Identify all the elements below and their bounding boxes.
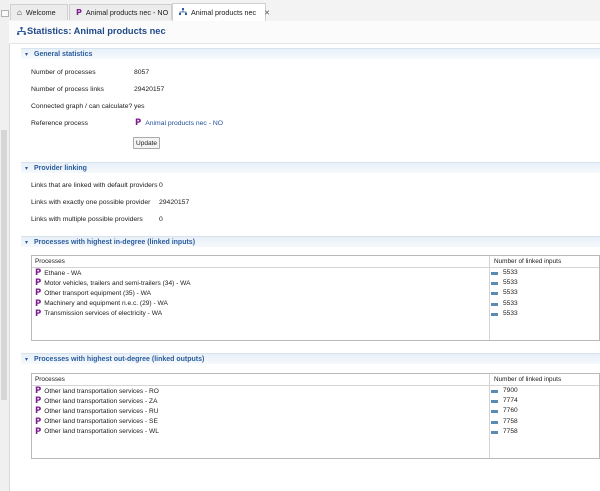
tab-label: Animal products nec - NO	[85, 8, 169, 17]
process-icon: P	[135, 118, 142, 128]
count-value: 5533	[503, 269, 518, 276]
process-icon: P	[35, 386, 42, 396]
num-links-label: Number of process links	[31, 86, 104, 93]
multi-provider-value: 0	[159, 216, 163, 223]
table-header: Processes Number of linked inputs	[32, 374, 599, 386]
table-row[interactable]: P Transmission services of electricity - …	[32, 308, 599, 320]
section-provider-header[interactable]: ▾ Provider linking	[21, 162, 600, 173]
default-providers-value: 0	[159, 182, 163, 189]
connected-value: yes	[134, 103, 145, 110]
process-icon: P	[35, 426, 42, 437]
num-processes-value: 8057	[134, 69, 150, 76]
tab-process[interactable]: P Animal products nec - NO	[69, 4, 172, 20]
tab-label: Animal products nec	[191, 8, 257, 17]
count-bar	[491, 430, 498, 434]
count-bar	[491, 400, 498, 404]
process-icon: P	[35, 396, 42, 407]
page-title: Statistics: Animal products nec	[27, 26, 166, 36]
process-name: Other land transportation services - RU	[44, 407, 159, 415]
process-icon: P	[35, 298, 42, 309]
table-row[interactable]: P Other land transportation services - WL…	[32, 426, 599, 438]
tab-welcome[interactable]: ⌂ Welcome	[10, 4, 68, 20]
count-bar	[491, 420, 498, 424]
process-name: Other land transportation services - ZA	[44, 397, 158, 405]
count-value: 7900	[503, 387, 518, 394]
process-icon: P	[35, 416, 42, 427]
tab-label: Welcome	[25, 8, 56, 17]
process-name: Ethane - WA	[44, 269, 82, 277]
table-header: Processes Number of linked inputs	[32, 256, 599, 268]
reference-process-link[interactable]: P Animal products nec - NO	[135, 118, 223, 128]
process-icon: P	[35, 278, 42, 289]
tab-statistics[interactable]: Animal products nec ✕	[172, 3, 270, 21]
scrollbar-thumb[interactable]	[1, 130, 7, 400]
chevron-down-icon: ▾	[25, 356, 29, 363]
count-value: 5533	[503, 299, 518, 307]
section-indegree-header[interactable]: ▾ Processes with highest in-degree (link…	[21, 236, 600, 247]
restore-panel-button[interactable]	[1, 10, 9, 17]
process-icon: P	[35, 268, 42, 278]
connected-label: Connected graph / can calculate?	[31, 103, 133, 110]
process-name: Other land transportation services - SE	[44, 418, 158, 426]
process-name: Other land transportation services - WL	[44, 428, 159, 436]
graph-icon	[17, 27, 26, 38]
process-name: Other transport equipment (35) - WA	[44, 289, 151, 297]
count-bar	[491, 390, 498, 393]
page-header: Statistics: Animal products nec	[9, 21, 600, 44]
home-icon: ⌂	[17, 7, 22, 17]
one-provider-value: 29420157	[159, 199, 190, 206]
count-value: 7758	[503, 427, 518, 435]
process-icon: P	[35, 308, 42, 319]
section-title: Processes with highest in-degree (linked…	[34, 238, 196, 246]
column-header-count[interactable]: Number of linked inputs	[494, 258, 561, 265]
chevron-down-icon: ▾	[25, 51, 29, 58]
close-icon[interactable]: ✕	[264, 9, 270, 17]
reference-label: Reference process	[31, 120, 89, 127]
section-title: Processes with highest out-degree (linke…	[34, 355, 205, 363]
count-bar	[491, 282, 498, 286]
count-value: 7774	[503, 397, 518, 405]
count-value: 7760	[503, 407, 518, 415]
count-bar	[491, 312, 498, 316]
one-provider-label: Links with exactly one possible provider	[31, 199, 151, 206]
column-header-processes[interactable]: Processes	[35, 258, 65, 265]
column-header-processes[interactable]: Processes	[35, 376, 65, 383]
process-icon: P	[35, 288, 42, 299]
count-bar	[491, 410, 498, 414]
process-icon: P	[76, 7, 82, 17]
num-processes-label: Number of processes	[31, 69, 96, 76]
count-bar	[491, 272, 498, 275]
count-value: 5533	[503, 309, 518, 317]
multi-provider-label: Links with multiple possible providers	[31, 216, 143, 223]
count-bar	[491, 302, 498, 306]
graph-icon	[179, 7, 187, 18]
process-name: Machinery and equipment n.e.c. (29) - WA	[44, 300, 168, 308]
left-panel-edge	[0, 0, 10, 491]
default-providers-label: Links that are linked with default provi…	[31, 182, 158, 189]
count-bar	[491, 292, 498, 296]
process-icon: P	[35, 406, 42, 417]
indegree-table: Processes Number of linked inputs P Ethan…	[31, 255, 600, 341]
chevron-down-icon: ▾	[25, 165, 29, 172]
chevron-down-icon: ▾	[25, 239, 29, 246]
section-outdegree-header[interactable]: ▾ Processes with highest out-degree (lin…	[21, 353, 600, 364]
process-name: Motor vehicles, trailers and semi-traile…	[44, 279, 191, 287]
section-title: Provider linking	[34, 164, 87, 172]
section-general-header[interactable]: ▾ General statistics	[21, 48, 600, 59]
section-title: General statistics	[34, 50, 93, 58]
count-value: 5533	[503, 289, 518, 297]
outdegree-table: Processes Number of linked inputs P Other…	[31, 373, 600, 459]
process-name: Other land transportation services - RO	[44, 387, 159, 395]
num-links-value: 29420157	[134, 86, 165, 93]
count-value: 7758	[503, 417, 518, 425]
reference-process-name: Animal products nec - NO	[145, 119, 224, 127]
editor-tab-bar: ⌂ Welcome P Animal products nec - NO Ani…	[9, 0, 600, 22]
process-name: Transmission services of electricity - W…	[44, 310, 163, 318]
column-header-count[interactable]: Number of linked inputs	[494, 376, 561, 383]
count-value: 5533	[503, 279, 518, 287]
update-button[interactable]: Update	[133, 137, 160, 149]
